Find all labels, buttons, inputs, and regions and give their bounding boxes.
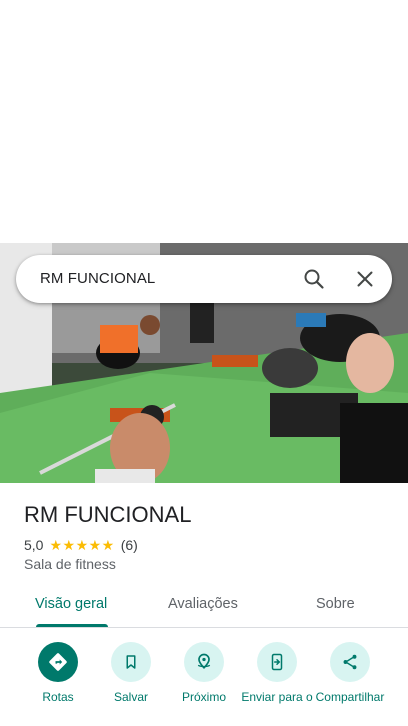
save-button[interactable]: Salvar — [93, 642, 169, 704]
save-label: Salvar — [113, 690, 148, 704]
place-tabs: Visão geral Avaliações Sobre — [0, 586, 408, 628]
rating-row[interactable]: 5,0 ★★★★★ (6) — [24, 536, 138, 554]
nearby-button[interactable]: Próximo — [166, 642, 242, 704]
star-rating-icon: ★★★★★ — [49, 536, 115, 553]
nearby-icon — [184, 642, 224, 682]
place-title: RM FUNCIONAL — [24, 502, 192, 527]
send-to-phone-icon — [257, 642, 297, 682]
place-category: Sala de fitness — [24, 556, 116, 572]
send-to-phone-button[interactable]: Enviar para o — [239, 642, 315, 704]
close-icon[interactable] — [353, 267, 377, 291]
tab-reviews[interactable]: Avaliações — [168, 596, 238, 612]
tab-about[interactable]: Sobre — [316, 596, 355, 612]
search-icon[interactable] — [302, 267, 326, 291]
bookmark-icon — [111, 642, 151, 682]
review-count[interactable]: (6) — [121, 537, 138, 553]
share-label: Compartilhar — [315, 690, 385, 704]
active-tab-indicator — [36, 624, 108, 627]
share-icon — [330, 642, 370, 682]
map-blank-area — [0, 0, 408, 243]
search-bar[interactable]: RM FUNCIONAL — [16, 255, 392, 303]
directions-button[interactable]: Rotas — [20, 642, 96, 704]
search-input[interactable]: RM FUNCIONAL — [40, 270, 155, 287]
share-button[interactable]: Compartilhar — [312, 642, 388, 704]
nearby-label: Próximo — [181, 690, 226, 704]
tab-overview[interactable]: Visão geral — [35, 596, 107, 612]
directions-icon — [38, 642, 78, 682]
rating-value: 5,0 — [24, 537, 44, 553]
send-to-phone-label: Enviar para o — [241, 690, 313, 704]
action-bar: Rotas Salvar Próximo Enviar para o Compa… — [0, 642, 408, 726]
directions-label: Rotas — [42, 690, 74, 704]
